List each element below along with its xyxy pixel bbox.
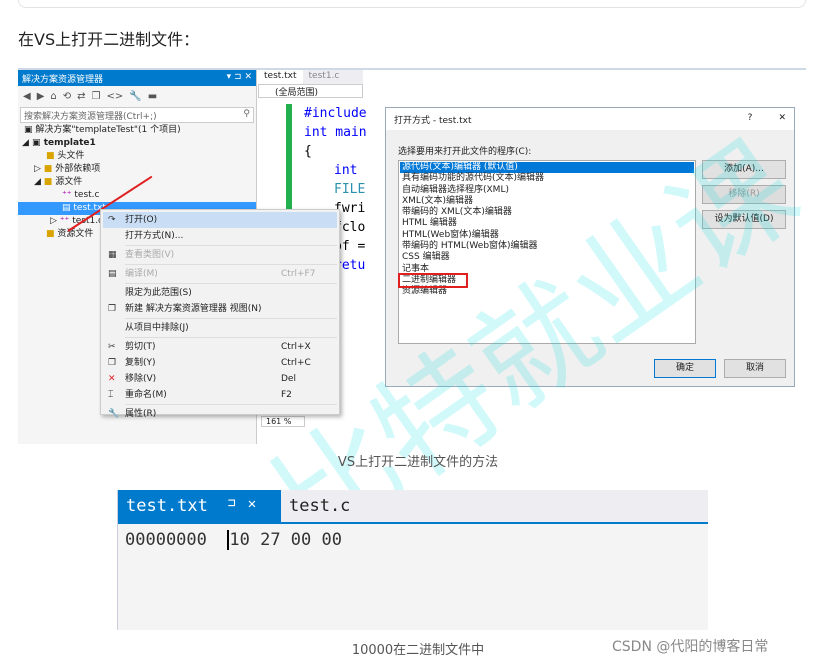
home-icon[interactable]: ⌂: [50, 91, 56, 102]
code-icon[interactable]: <>: [107, 91, 124, 102]
menu-item-remove[interactable]: ✕ 移除(V) Del: [103, 371, 337, 387]
menu-item-exclude[interactable]: 从项目中排除(J): [103, 320, 337, 336]
menu-item-open[interactable]: ↷ 打开(O): [103, 212, 337, 228]
wrench-icon[interactable]: 🔧: [129, 91, 141, 102]
figure1-caption: VS上打开二进制文件的方法: [337, 455, 499, 470]
copy-icon: ❐: [108, 358, 117, 368]
close-icon[interactable]: ✕: [248, 496, 256, 516]
tab-test-txt[interactable]: test.txt: [258, 70, 303, 84]
scissors-icon: ✂: [108, 342, 116, 352]
dialog-titlebar: 打开方式 - test.txt? ✕: [386, 108, 794, 130]
program-item[interactable]: 资源编辑器: [400, 286, 694, 297]
program-list-label: 选择要用来打开此文件的程序(C):: [398, 147, 532, 157]
program-item[interactable]: 带编码的 HTML(Web窗体)编辑器: [400, 241, 694, 252]
scope-dropdown[interactable]: (全局范围): [258, 84, 363, 98]
tab-test1-c[interactable]: test1.c: [303, 70, 346, 84]
binary-editor-tabs: test.txt ⊐ ✕ test.c: [118, 490, 708, 524]
search-input[interactable]: 搜索解决方案资源管理器(Ctrl+;) ⚲: [20, 107, 254, 123]
menu-item-properties[interactable]: 🔧 属性(R): [103, 406, 337, 422]
sync-icon[interactable]: ⇄: [77, 91, 85, 102]
tree-item[interactable]: ■ 头文件: [18, 150, 256, 163]
menu-item-copy[interactable]: ❐ 复制(Y) Ctrl+C: [103, 355, 337, 371]
back-icon[interactable]: ◀: [23, 91, 31, 102]
program-item[interactable]: 带编码的 XML(文本)编辑器: [400, 207, 694, 218]
history-icon[interactable]: ⟲: [63, 91, 71, 102]
solution-explorer-title: 解决方案资源管理器 ▾ ⊐ ✕: [18, 70, 256, 86]
section-heading: 在VS上打开二进制文件：: [18, 30, 200, 49]
program-item[interactable]: 自动编辑器选择程序(XML): [400, 185, 694, 196]
tree-item[interactable]: ▷ ■ 外部依赖项: [18, 163, 256, 176]
editor-tabs: test.txt test1.c: [258, 70, 363, 84]
context-menu: ↷ 打开(O) 打开方式(N)... ▦ 查看类图(V) ▤ 编译(M) Ctrl+F7…: [100, 209, 340, 419]
program-item[interactable]: CSS 编辑器: [400, 252, 694, 263]
hex-row[interactable]: 00000000 10 27 00 00: [118, 524, 708, 556]
menu-item-rename[interactable]: ⌶ 重命名(M) F2: [103, 387, 337, 403]
tree-item[interactable]: ◢ ▣ template1: [18, 137, 256, 150]
csdn-watermark: CSDN @代阳的博客日常: [612, 639, 769, 655]
search-icon: ⚲: [243, 109, 250, 119]
compile-icon: ▤: [108, 269, 117, 279]
menu-item-class-diagram[interactable]: ▦ 查看类图(V): [103, 247, 337, 263]
program-list[interactable]: 源代码(文本)编辑器 (默认值) 具有编码功能的源代码(文本)编辑器 自动编辑器…: [398, 160, 696, 344]
ok-button[interactable]: 确定: [654, 359, 716, 378]
wrench-icon: 🔧: [108, 409, 120, 419]
add-button[interactable]: 添加(A)...: [702, 160, 786, 179]
tab-test-txt[interactable]: test.txt ⊐ ✕: [118, 490, 281, 522]
program-item-binary-editor[interactable]: 二进制编辑器: [398, 272, 468, 289]
previous-card: [18, 0, 806, 8]
redo-icon: ↷: [108, 215, 116, 225]
cancel-button[interactable]: 取消: [724, 359, 786, 378]
preview-icon[interactable]: ▬: [148, 91, 157, 102]
forward-icon[interactable]: ▶: [37, 91, 45, 102]
open-with-dialog: 打开方式 - test.txt? ✕ 选择要用来打开此文件的程序(C): 源代码(…: [385, 107, 795, 387]
tree-item[interactable]: ⁺⁺ test.c: [18, 189, 256, 202]
tab-test-c[interactable]: test.c: [281, 490, 358, 522]
pin-close-icons[interactable]: ▾ ⊐ ✕: [227, 72, 252, 84]
binary-editor-screenshot: test.txt ⊐ ✕ test.c 00000000 10 27 00 00: [117, 490, 708, 630]
vs-open-with-screenshot: 解决方案资源管理器 ▾ ⊐ ✕ ◀ ▶ ⌂ ⟲ ⇄ ❐ <> 🔧 ▬ 搜索解决方案资源管理器(Ct…: [18, 68, 806, 444]
hex-bytes[interactable]: 10 27 00 00: [227, 530, 342, 550]
class-diagram-icon: ▦: [108, 250, 117, 260]
help-button[interactable]: ?: [748, 113, 753, 123]
menu-item-new-view[interactable]: ❐ 新建 解决方案资源管理器 视图(N): [103, 301, 337, 317]
new-view-icon: ❐: [108, 304, 117, 314]
menu-item-compile[interactable]: ▤ 编译(M) Ctrl+F7: [103, 266, 337, 282]
tree-item[interactable]: ▣ 解决方案"templateTest"(1 个项目): [18, 124, 256, 137]
program-item[interactable]: 记事本: [400, 264, 694, 275]
menu-item-open-with[interactable]: 打开方式(N)...: [103, 228, 337, 244]
hex-address: 00000000: [125, 530, 207, 550]
set-default-button[interactable]: 设为默认值(D): [702, 210, 786, 229]
delete-x-icon: ✕: [108, 374, 116, 384]
program-item[interactable]: HTML 编辑器: [400, 218, 694, 229]
program-item[interactable]: HTML(Web窗体)编辑器: [400, 230, 694, 241]
toolbar: ◀ ▶ ⌂ ⟲ ⇄ ❐ <> 🔧 ▬: [18, 86, 256, 106]
remove-button[interactable]: 移除(R): [702, 185, 786, 204]
program-item[interactable]: XML(文本)编辑器: [400, 196, 694, 207]
program-item[interactable]: 源代码(文本)编辑器 (默认值): [400, 162, 694, 174]
pin-icon[interactable]: ⊐: [228, 496, 236, 516]
rename-icon: ⌶: [108, 390, 114, 400]
close-button[interactable]: ✕: [778, 113, 786, 123]
menu-item-cut[interactable]: ✂ 剪切(T) Ctrl+X: [103, 339, 337, 355]
collapse-icon[interactable]: ❐: [92, 91, 101, 102]
program-item[interactable]: 具有编码功能的源代码(文本)编辑器: [400, 173, 694, 184]
menu-item-scope[interactable]: 限定为此范围(S): [103, 285, 337, 301]
